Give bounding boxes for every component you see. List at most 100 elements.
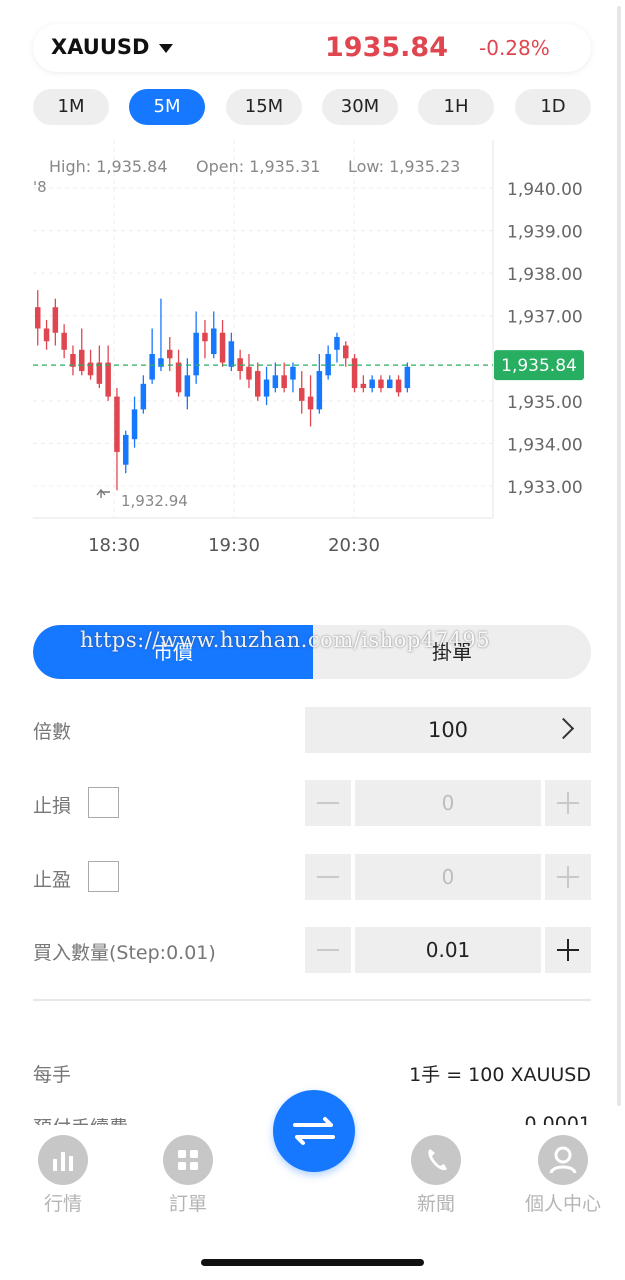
- take-profit-label: 止盈: [33, 869, 72, 891]
- symbol-selector[interactable]: XAUUSD: [51, 35, 149, 59]
- y-tick-label: 1,940.00: [507, 180, 583, 200]
- candle: [290, 362, 296, 393]
- candle: [35, 290, 41, 346]
- candle: [79, 328, 85, 376]
- candle: [404, 362, 411, 393]
- candle: [202, 319, 208, 359]
- trade-swap-button[interactable]: [273, 1090, 355, 1172]
- candle: [61, 324, 67, 359]
- current-price-badge-label: 1,935.84: [501, 356, 577, 376]
- candle: [272, 362, 279, 393]
- chart-cut-label: '8: [33, 178, 47, 196]
- stop-loss-increment[interactable]: [545, 780, 591, 826]
- candle: [351, 354, 358, 393]
- candle: [219, 319, 226, 367]
- stop-loss-label: 止損: [33, 795, 72, 817]
- candle: [158, 298, 164, 372]
- candle: [140, 375, 147, 414]
- x-tick-label: 18:30: [88, 535, 140, 556]
- candle: [70, 345, 76, 376]
- y-tick-label: 1,935.00: [507, 393, 583, 413]
- candle: [43, 319, 50, 350]
- candle: [316, 354, 323, 414]
- grid-icon: [163, 1135, 213, 1185]
- nav-market[interactable]: 行情: [13, 1135, 113, 1216]
- timeframe-1h[interactable]: 1H: [418, 89, 494, 125]
- timeframe-30m[interactable]: 30M: [322, 89, 398, 125]
- leverage-selector[interactable]: 100: [305, 707, 591, 753]
- y-tick-label: 1,934.00: [507, 435, 583, 455]
- candle: [334, 332, 340, 363]
- swap-arrows-icon: [293, 1117, 335, 1145]
- candle: [184, 358, 191, 410]
- nav-profile[interactable]: 個人中心: [513, 1135, 613, 1216]
- nav-orders[interactable]: 訂單: [138, 1135, 238, 1216]
- candle: [299, 371, 305, 414]
- user-icon: [538, 1135, 588, 1185]
- divider: [33, 999, 591, 1001]
- take-profit-increment[interactable]: [545, 854, 591, 900]
- leverage-value: 100: [427, 718, 469, 742]
- price-change: -0.28%: [479, 36, 550, 60]
- timeframe-1d[interactable]: 1D: [515, 89, 591, 125]
- x-tick-label: 20:30: [328, 535, 380, 556]
- quantity-decrement[interactable]: [305, 927, 351, 973]
- watermark-text: https://www.huzhan.com/ishop47495: [80, 628, 491, 652]
- candle: [378, 375, 384, 393]
- candle: [105, 345, 111, 401]
- lot-size-value: 1手 = 100 XAUUSD: [409, 1064, 591, 1086]
- candle: [369, 375, 375, 393]
- lot-size-label: 每手: [33, 1064, 72, 1086]
- candle: [395, 375, 402, 397]
- timeframe-15m[interactable]: 15M: [226, 89, 302, 125]
- candle: [114, 388, 120, 491]
- candle: [52, 298, 59, 346]
- quantity-increment[interactable]: [545, 927, 591, 973]
- chart-low: Low: 1,935.23: [348, 157, 460, 176]
- y-tick-label: 1,933.00: [507, 478, 583, 498]
- quantity-input[interactable]: 0.01: [355, 927, 541, 973]
- stop-loss-input[interactable]: 0: [355, 780, 541, 826]
- candle: [360, 375, 367, 393]
- stop-loss-decrement[interactable]: [305, 780, 351, 826]
- take-profit-input[interactable]: 0: [355, 854, 541, 900]
- candle: [123, 430, 129, 474]
- price-chart[interactable]: 1,940.00 1,939.00 1,938.00 1,937.00 1,935.00…: [0, 140, 625, 570]
- bar-chart-icon: [38, 1135, 88, 1185]
- timeframe-5m[interactable]: 5M: [129, 89, 205, 125]
- nav-news[interactable]: 新聞: [386, 1135, 486, 1216]
- take-profit-checkbox[interactable]: [88, 861, 119, 892]
- candle: [255, 362, 261, 401]
- candle: [96, 345, 103, 389]
- candle: [175, 349, 182, 397]
- low-marker-label: 1,932.94: [121, 492, 188, 510]
- candle: [343, 341, 349, 367]
- nav-profile-label: 個人中心: [524, 1193, 601, 1215]
- take-profit-decrement[interactable]: [305, 854, 351, 900]
- leverage-label: 倍數: [33, 721, 72, 743]
- phone-icon: [411, 1135, 461, 1185]
- candle: [193, 311, 199, 384]
- candle: [246, 354, 252, 389]
- x-tick-label: 19:30: [208, 535, 260, 556]
- y-tick-label: 1,938.00: [507, 265, 583, 285]
- home-indicator: [201, 1259, 424, 1266]
- y-tick-label: 1,939.00: [507, 223, 583, 243]
- timeframe-1m[interactable]: 1M: [33, 89, 109, 125]
- candle: [281, 362, 287, 393]
- stop-loss-checkbox[interactable]: [88, 787, 119, 818]
- candle: [307, 375, 314, 427]
- candle: [131, 396, 138, 448]
- low-marker: 1,932.94: [96, 488, 188, 510]
- current-price: 1935.84: [325, 32, 448, 63]
- candle: [387, 375, 393, 389]
- nav-market-label: 行情: [43, 1193, 82, 1215]
- quantity-label: 買入數量(Step:0.01): [33, 942, 216, 964]
- chart-high: High: 1,935.84: [49, 157, 168, 176]
- candle: [211, 311, 217, 359]
- nav-news-label: 新聞: [416, 1193, 455, 1215]
- symbol-header: XAUUSD 1935.84 -0.28%: [33, 24, 591, 72]
- y-tick-label: 1,937.00: [507, 308, 583, 328]
- caret-down-icon[interactable]: [159, 44, 173, 53]
- candle: [325, 345, 331, 380]
